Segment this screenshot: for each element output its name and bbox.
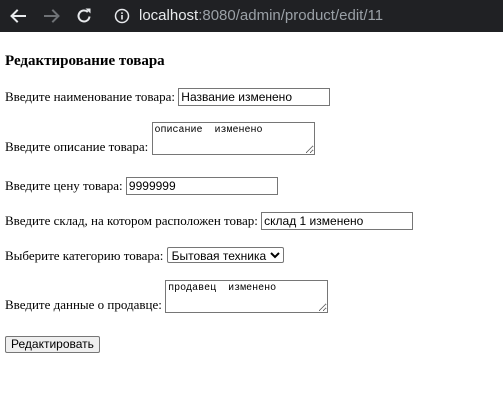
browser-toolbar: localhost:8080/admin/product/edit/11 (0, 0, 503, 32)
seller-textarea[interactable]: продавец изменено (165, 280, 329, 313)
category-select[interactable]: Бытовая техника (166, 247, 284, 263)
price-input[interactable] (125, 177, 278, 195)
warehouse-row: Введите склад, на котором расположен тов… (5, 212, 414, 230)
category-row: Выберите категорию товара: Бытовая техни… (5, 247, 284, 264)
edit-submit-button[interactable]: Редактировать (5, 336, 100, 353)
price-row: Введите цену товара: (5, 177, 278, 195)
edit-product-form: Редактирование товара Введите наименован… (5, 32, 503, 411)
page-title: Редактирование товара (5, 53, 165, 69)
category-label: Выберите категорию товара: (5, 248, 164, 263)
name-row: Введите наименование товара: (5, 88, 331, 106)
description-textarea[interactable]: описание изменено (151, 122, 315, 155)
forward-arrow-icon[interactable] (42, 6, 62, 26)
reload-icon[interactable] (74, 6, 94, 26)
warehouse-input[interactable] (261, 212, 414, 230)
description-label: Введите описание товара: (5, 139, 149, 154)
url-path: :8080/admin/product/edit/11 (198, 7, 384, 24)
price-label: Введите цену товара: (5, 178, 123, 193)
url-host: localhost (139, 7, 199, 24)
address-bar[interactable]: localhost:8080/admin/product/edit/11 (139, 6, 383, 26)
site-info-icon[interactable] (114, 8, 130, 24)
name-label: Введите наименование товара: (5, 89, 176, 104)
name-input[interactable] (178, 88, 331, 106)
description-row: Введите описание товара: описание измене… (5, 122, 315, 155)
seller-row: Введите данные о продавце: продавец изме… (5, 280, 329, 313)
back-arrow-icon[interactable] (8, 6, 28, 26)
warehouse-label: Введите склад, на котором расположен тов… (5, 213, 258, 228)
seller-label: Введите данные о продавце: (5, 297, 162, 312)
